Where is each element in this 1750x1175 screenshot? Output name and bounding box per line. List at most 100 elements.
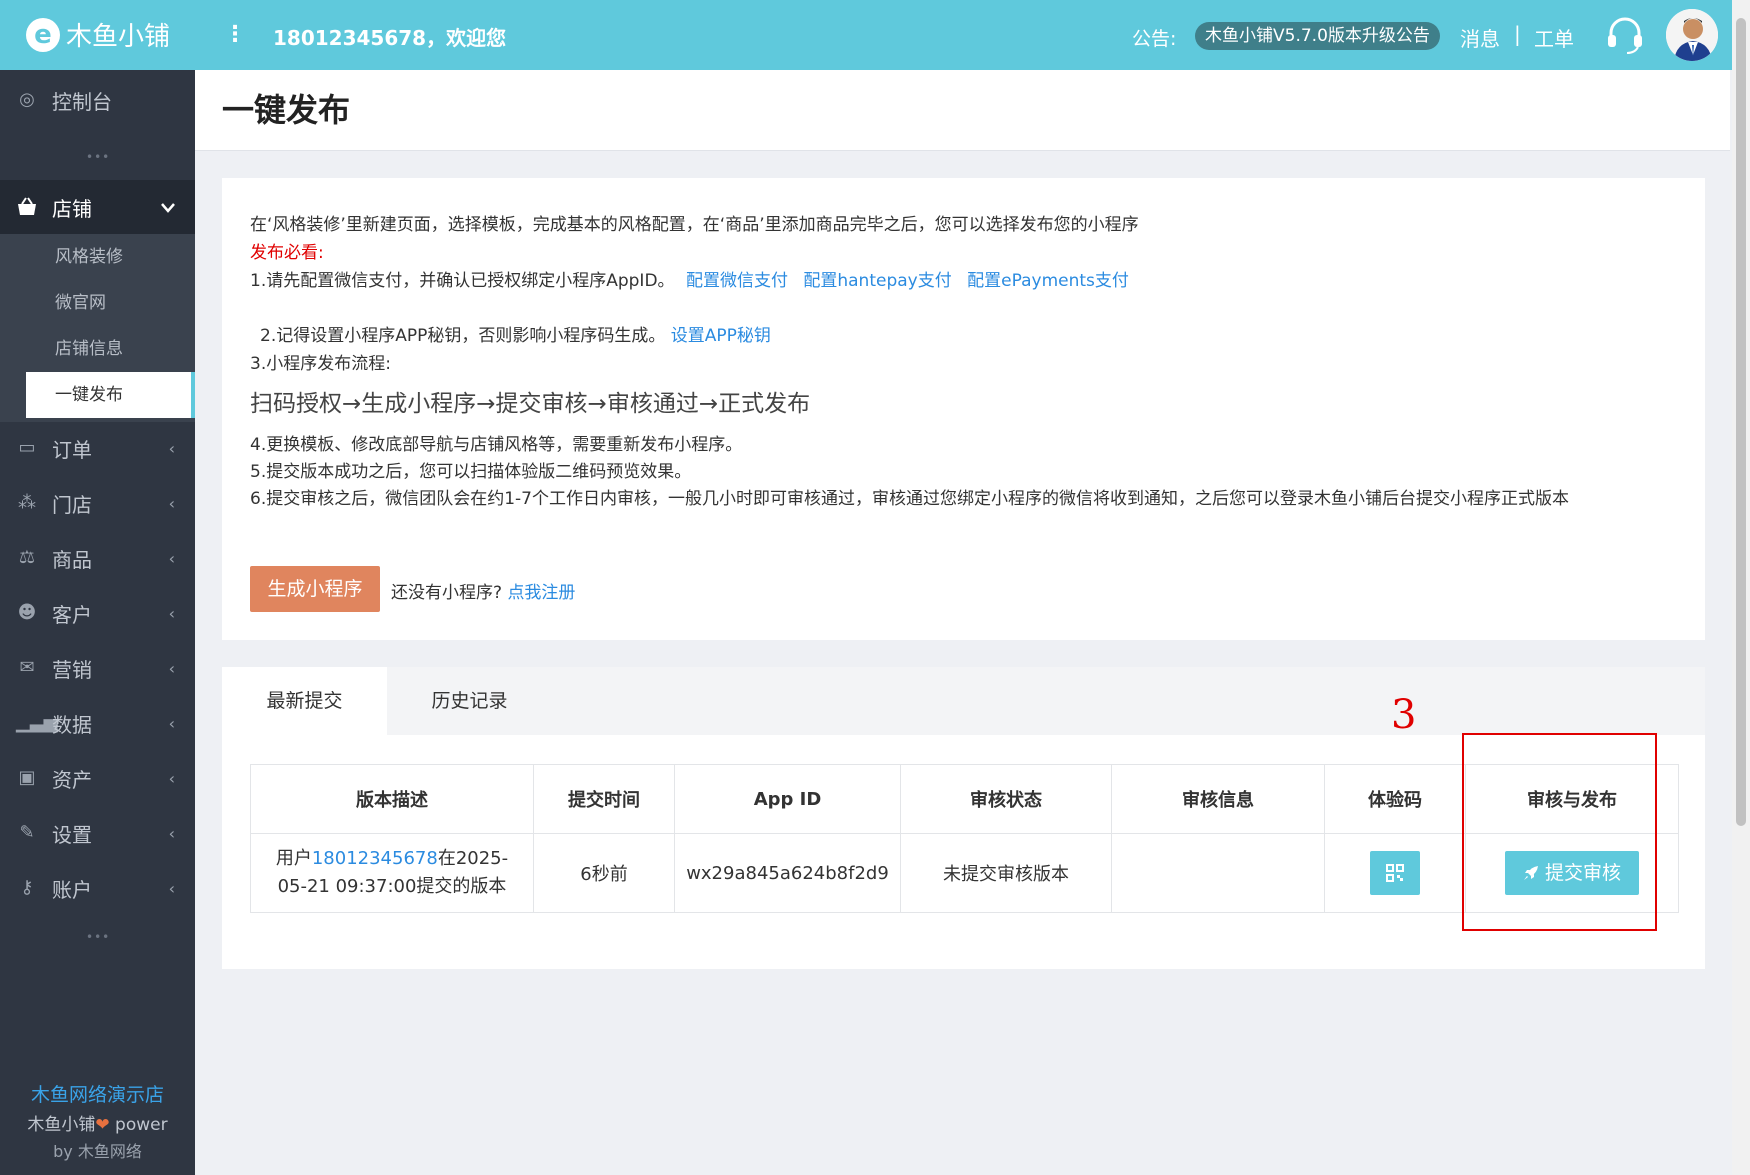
step-1-text: 1.请先配置微信支付，并确认已授权绑定小程序AppID。 [250, 271, 675, 291]
avatar[interactable] [1666, 9, 1718, 61]
link-app-secret[interactable]: 设置APP秘钥 [671, 326, 771, 346]
org-icon: ⁂ [18, 492, 36, 513]
link-hantepay[interactable]: 配置hantepay支付 [803, 271, 951, 291]
footer-store-link[interactable]: 木鱼网络演示店 [0, 1080, 195, 1107]
page-header: 一键发布 [195, 70, 1730, 151]
logo-mark: e [26, 17, 60, 52]
intro-text: 在‘风格装修’里新建页面，选择模板，完成基本的风格配置，在‘商品’里添加商品完毕… [250, 215, 1139, 235]
tab-latest[interactable]: 最新提交 [222, 667, 387, 735]
sidebar-item-label: 数据 [52, 712, 92, 737]
users-icon: ☻ [17, 602, 37, 623]
sidebar-item-label: 门店 [52, 492, 92, 517]
sidebar-item-data[interactable]: ▁▃▅ 数据 ‹ [0, 696, 195, 750]
avatar-image [1666, 9, 1718, 61]
col-review-info: 审核信息 [1111, 764, 1325, 834]
dashboard-icon: ◎ [19, 89, 35, 110]
sidebar-item-label: 订单 [52, 437, 92, 462]
cell-version-desc: 用户18012345678在2025- 05-21 09:37:00提交的版本 [250, 833, 534, 913]
headset-icon[interactable] [1605, 15, 1645, 55]
sidebar-item-stores[interactable]: ⁂ 门店 ‹ [0, 476, 195, 530]
cell-trial-code [1324, 833, 1466, 913]
chevron-left-icon: ‹ [168, 878, 175, 898]
notice-link[interactable]: 木鱼小铺V5.7.0版本升级公告 [1195, 22, 1440, 50]
qrcode-icon [1386, 864, 1404, 882]
cell-review-status: 未提交审核版本 [900, 833, 1112, 913]
tickets-link[interactable]: 工单 [1534, 23, 1574, 52]
chevron-left-icon: ‹ [168, 768, 175, 788]
cell-app-id: wx29a845a624b8f2d9 [674, 833, 901, 913]
top-bar: e 木鱼小铺 ⋮ 18012345678，欢迎您 公告: 木鱼小铺V5.7.0版… [0, 0, 1750, 70]
col-app-id: App ID [674, 764, 901, 834]
collapse-dots[interactable]: ••• [86, 930, 110, 944]
sidebar-item-label: 资产 [52, 767, 92, 792]
store-submenu: 风格装修 微官网 店铺信息 一键发布 [0, 234, 195, 422]
chart-icon: ▁▃▅ [16, 712, 58, 733]
step-4: 4.更换模板、修改底部导航与店铺风格等，需要重新发布小程序。 [250, 435, 743, 455]
footer-power-text: power [109, 1115, 168, 1135]
sidebar-item-dashboard[interactable]: ◎ 控制台 [0, 73, 195, 127]
sidebar-item-products[interactable]: ⚖ 商品 ‹ [0, 531, 195, 585]
sidebar-item-label: 设置 [52, 822, 92, 847]
money-icon: ▣ [18, 767, 36, 788]
sidebar-item-orders[interactable]: ▭ 订单 ‹ [0, 421, 195, 475]
heart-icon: ❤ [95, 1115, 110, 1135]
sidebar-item-label: 店铺 [52, 196, 92, 221]
generate-miniprogram-button[interactable]: 生成小程序 [250, 566, 380, 612]
link-wechat-pay[interactable]: 配置微信支付 [686, 271, 788, 291]
step-1: 1.请先配置微信支付，并确认已授权绑定小程序AppID。 配置微信支付 配置ha… [250, 266, 1129, 291]
desc-suffix: 在2025- [437, 848, 509, 869]
must-read-label: 发布必看: [250, 243, 324, 263]
col-submit-time: 提交时间 [533, 764, 675, 834]
chevron-left-icon: ‹ [168, 548, 175, 568]
welcome-text: 18012345678，欢迎您 [273, 26, 507, 50]
cell-review-info [1111, 833, 1325, 913]
gift-icon: ✉ [19, 657, 35, 678]
submenu-item-store-info[interactable]: 店铺信息 [26, 326, 195, 372]
sidebar-item-store[interactable]: 店铺 [0, 180, 195, 234]
submenu-item-publish[interactable]: 一键发布 [26, 372, 195, 418]
sidebar-item-assets[interactable]: ▣ 资产 ‹ [0, 751, 195, 805]
submenu-item-microsite[interactable]: 微官网 [26, 280, 195, 326]
publish-info-panel: 在‘风格装修’里新建页面，选择模板，完成基本的风格配置，在‘商品’里添加商品完毕… [222, 178, 1705, 640]
messages-link[interactable]: 消息 [1460, 23, 1500, 52]
chevron-left-icon: ‹ [168, 658, 175, 678]
scrollbar-thumb[interactable] [1736, 18, 1746, 826]
sidebar-item-label: 控制台 [52, 89, 112, 114]
tab-history[interactable]: 历史记录 [387, 667, 552, 735]
page-scrollbar[interactable] [1732, 0, 1750, 1175]
menu-toggle-icon[interactable]: ⋮ [224, 22, 246, 47]
sidebar-item-customers[interactable]: ☻ 客户 ‹ [0, 586, 195, 640]
logo-text: 木鱼小铺 [66, 22, 171, 52]
annotation-step-number: 3 [1391, 692, 1417, 738]
submenu-item-style[interactable]: 风格装修 [26, 234, 195, 280]
step-6: 6.提交审核之后，微信团队会在约1-7个工作日内审核，一般几小时即可审核通过，审… [250, 489, 1569, 509]
tab-bar: 最新提交 历史记录 [222, 667, 1705, 735]
chevron-down-icon [161, 198, 175, 217]
chevron-left-icon: ‹ [168, 438, 175, 458]
chevron-left-icon: ‹ [168, 603, 175, 623]
no-miniprogram-text: 还没有小程序? [391, 583, 503, 603]
sidebar-item-marketing[interactable]: ✉ 营销 ‹ [0, 641, 195, 695]
step-2: 2.记得设置小程序APP秘钥，否则影响小程序码生成。 设置APP秘钥 [260, 321, 771, 346]
sidebar-item-label: 客户 [52, 602, 92, 627]
qrcode-button[interactable] [1370, 851, 1420, 895]
link-epayments[interactable]: 配置ePayments支付 [967, 271, 1129, 291]
collapse-dots[interactable]: ••• [86, 150, 110, 164]
no-miniprogram-prompt: 还没有小程序? 点我注册 [391, 578, 575, 603]
step-5: 5.提交版本成功之后，您可以扫描体验版二维码预览效果。 [250, 462, 692, 482]
sidebar-item-settings[interactable]: ✎ 设置 ‹ [0, 806, 195, 860]
annotation-highlight-box [1462, 733, 1657, 931]
footer-brand: 木鱼小铺 [27, 1115, 96, 1135]
desc-user-link[interactable]: 18012345678 [312, 848, 438, 869]
col-trial-code: 体验码 [1324, 764, 1466, 834]
register-link[interactable]: 点我注册 [507, 583, 575, 603]
sidebar-item-label: 商品 [52, 547, 92, 572]
page-title: 一键发布 [222, 91, 351, 129]
logo[interactable]: e 木鱼小铺 [26, 16, 170, 53]
col-review-status: 审核状态 [900, 764, 1112, 834]
sidebar-item-account[interactable]: ⚷ 账户 ‹ [0, 861, 195, 915]
sidebar: ◎ 控制台 ••• 店铺 风格装修 微官网 店铺信息 一键发布 ▭ 订单 ‹ ⁂… [0, 70, 195, 1175]
step-2-text: 2.记得设置小程序APP秘钥，否则影响小程序码生成。 [260, 326, 666, 346]
cell-submit-time: 6秒前 [533, 833, 675, 913]
scale-icon: ⚖ [18, 547, 36, 568]
